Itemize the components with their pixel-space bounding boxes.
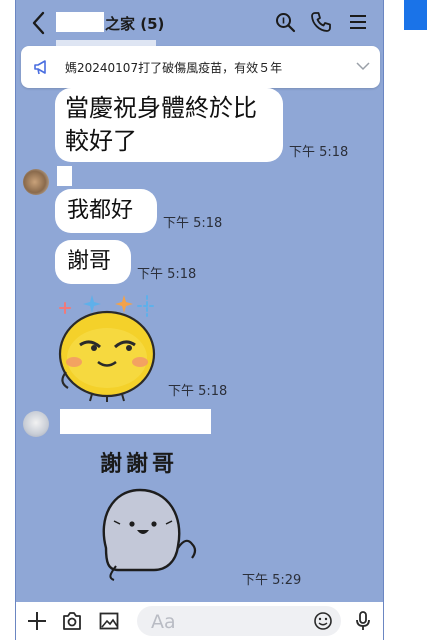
- phone-icon[interactable]: [310, 11, 332, 33]
- plus-icon[interactable]: [26, 610, 48, 632]
- message-time: 下午 5:18: [163, 216, 223, 231]
- message-bubble[interactable]: 當慶祝身體終於比 較好了: [55, 88, 283, 162]
- image-icon[interactable]: [98, 610, 120, 632]
- message-text-line: 較好了: [65, 127, 137, 155]
- redacted-name: [56, 12, 104, 32]
- menu-icon[interactable]: [347, 11, 369, 33]
- sticker-caption: 謝謝哥: [100, 452, 179, 477]
- search-icon[interactable]: [274, 11, 296, 33]
- redacted-block: [56, 40, 156, 48]
- announcement-text: 媽20240107打了破傷風疫苗，有效５年: [65, 61, 283, 75]
- mic-icon[interactable]: [352, 610, 374, 632]
- chat-title[interactable]: 之家 (5): [105, 13, 164, 34]
- message-bubble[interactable]: 我都好: [55, 189, 157, 233]
- back-icon[interactable]: [28, 9, 50, 37]
- chevron-down-icon[interactable]: [356, 61, 370, 71]
- message-text: 謝哥: [67, 249, 112, 274]
- message-text-line: 當慶祝身體終於比: [65, 94, 257, 122]
- avatar[interactable]: [23, 169, 49, 195]
- message-input[interactable]: Aa: [137, 606, 341, 636]
- chat-screen: 之家 (5) 媽20240107打了破傷風疫苗，有效５年 當慶祝身體終於比 較好…: [15, 0, 384, 640]
- message-text: 我都好: [67, 198, 134, 223]
- message-time: 下午 5:18: [168, 384, 228, 399]
- camera-icon[interactable]: [61, 610, 83, 632]
- message-time: 下午 5:18: [289, 145, 349, 160]
- emoji-icon[interactable]: [313, 611, 333, 631]
- grey-ghost-sticker[interactable]: [88, 478, 200, 582]
- side-accent-bar: [404, 0, 427, 30]
- avatar[interactable]: [23, 411, 49, 437]
- redacted-name: [60, 409, 211, 434]
- message-time: 下午 5:18: [137, 267, 197, 282]
- message-time: 下午 5:29: [242, 573, 302, 588]
- smug-yellow-face-sticker[interactable]: [52, 290, 172, 402]
- announcement-banner[interactable]: 媽20240107打了破傷風疫苗，有效５年: [21, 46, 380, 88]
- megaphone-icon: [34, 60, 46, 75]
- message-bubble[interactable]: 謝哥: [55, 240, 131, 284]
- composer-bar: Aa: [16, 602, 383, 640]
- page-background-right: [384, 0, 427, 640]
- message-input-placeholder: Aa: [151, 611, 176, 633]
- redacted-name: [57, 166, 72, 186]
